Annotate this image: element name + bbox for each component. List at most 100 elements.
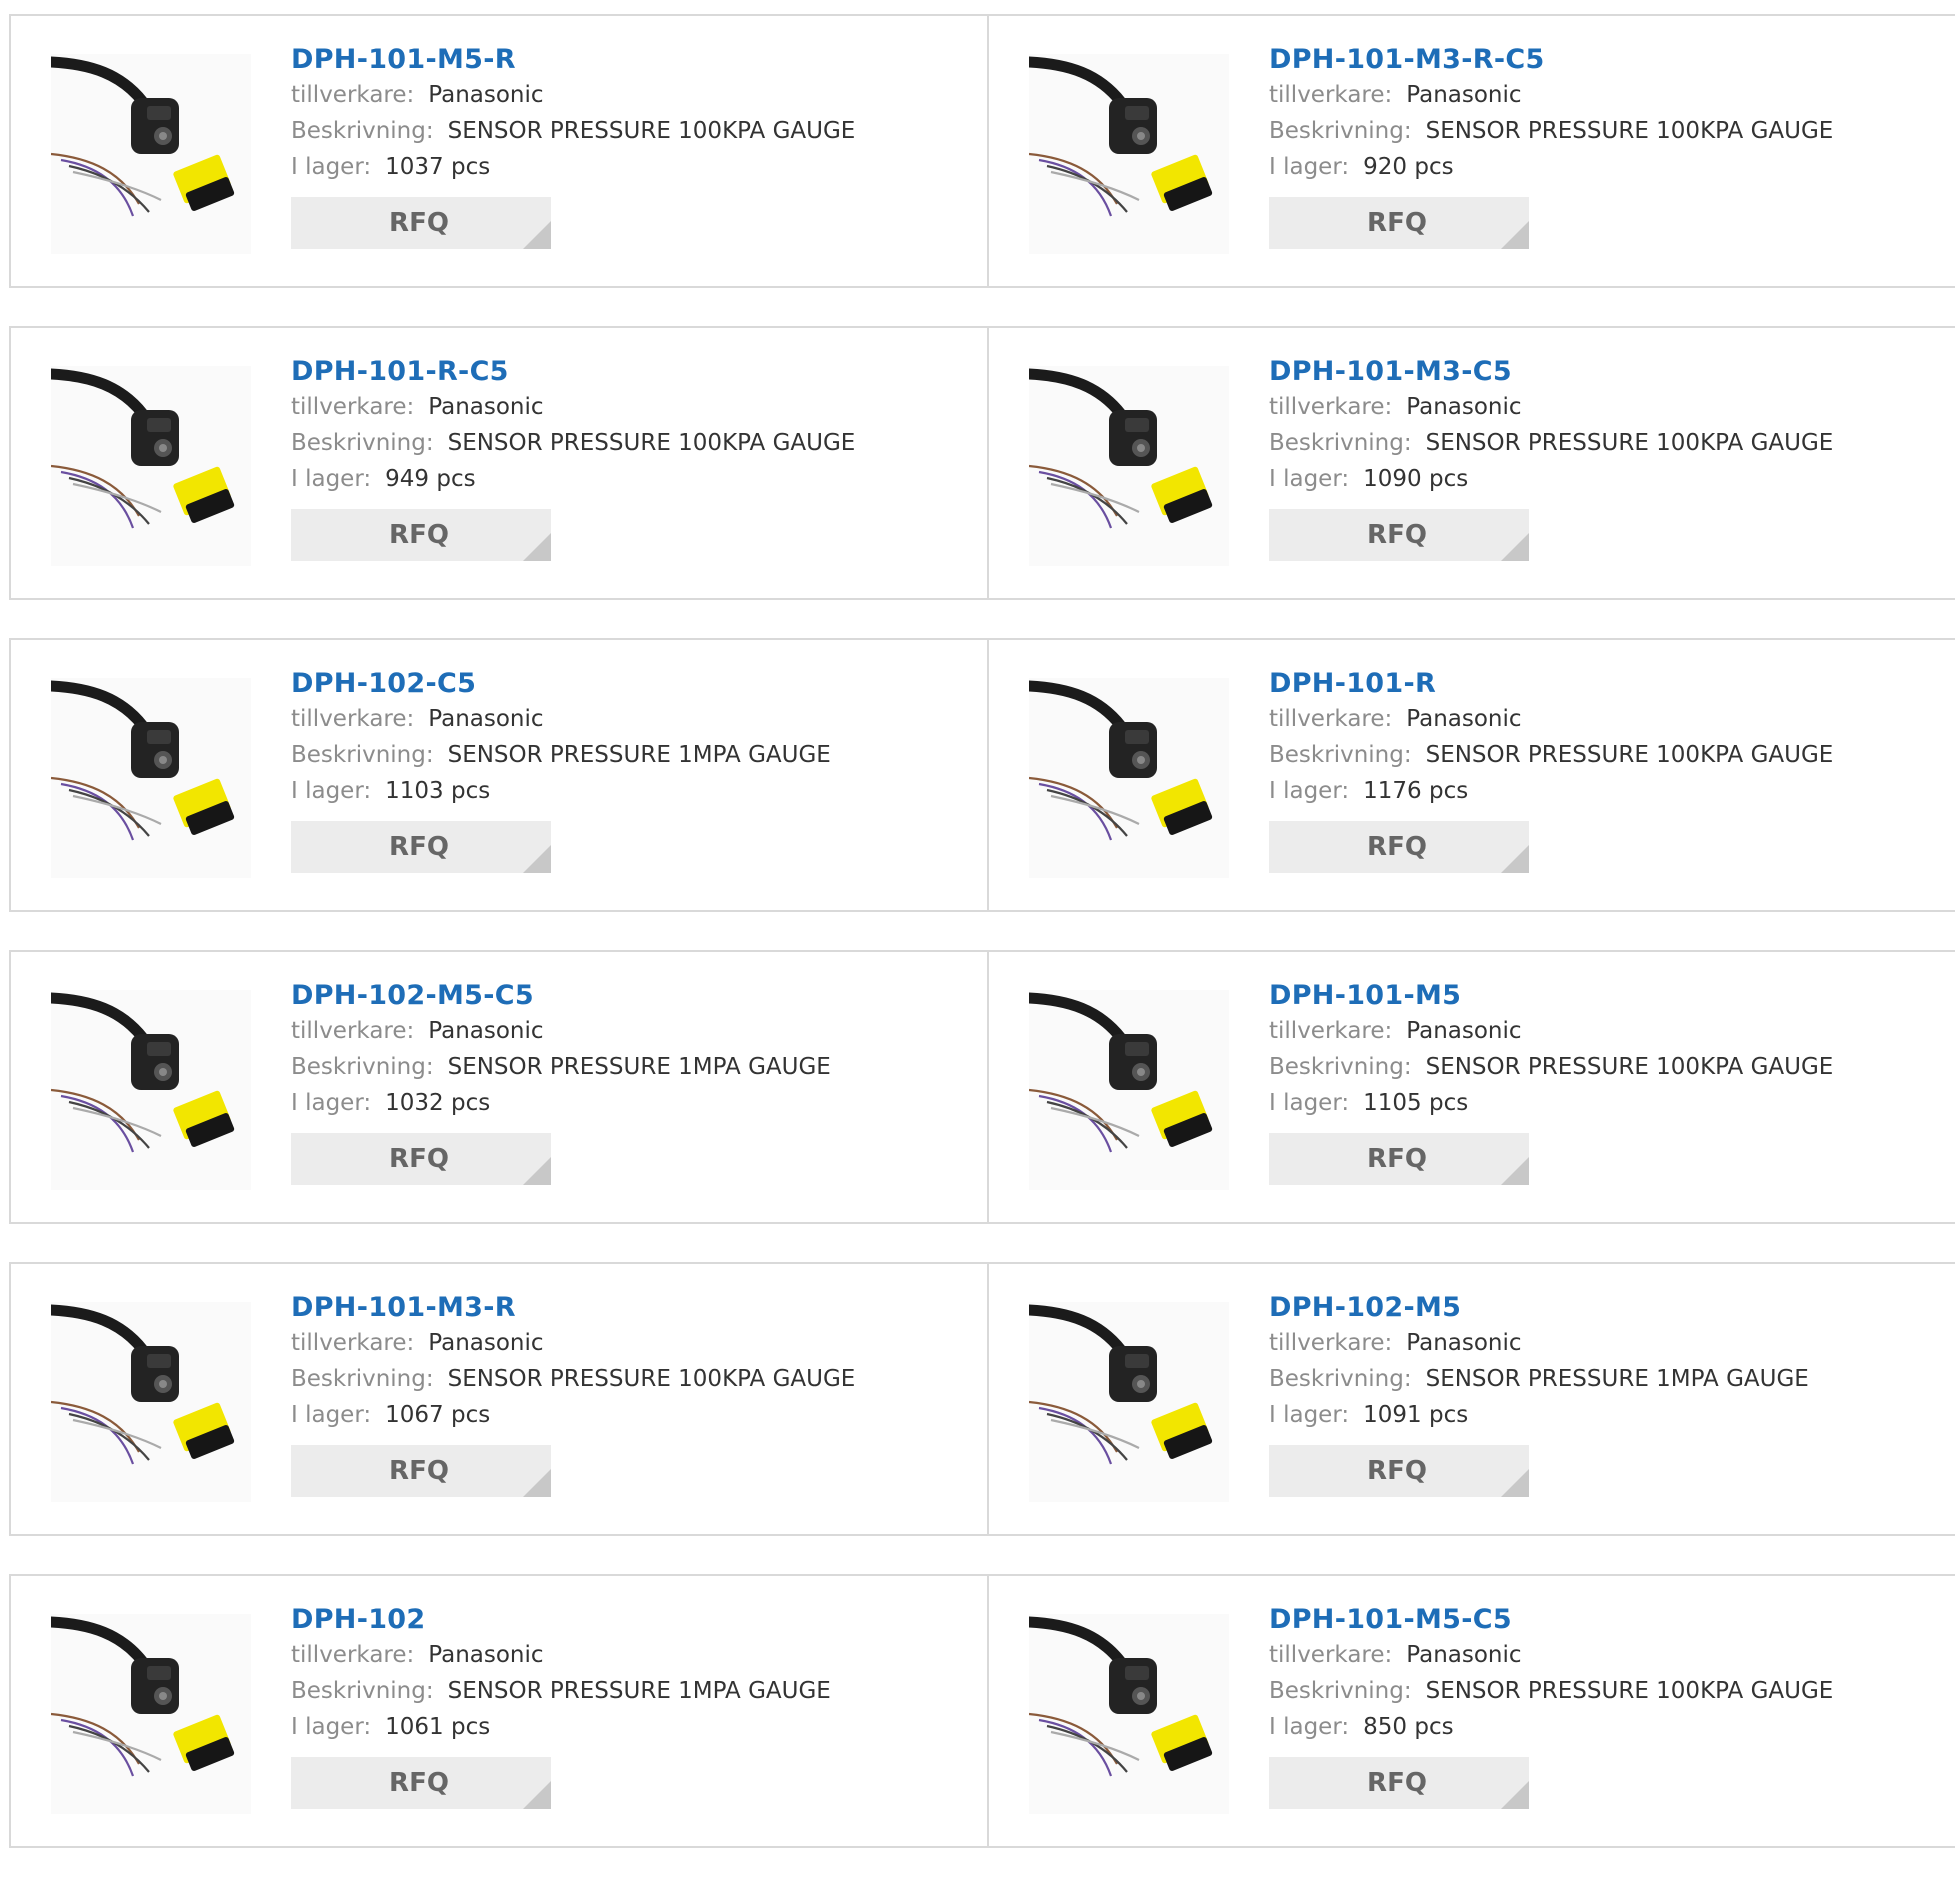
description-label: Beskrivning:	[291, 430, 434, 456]
product-thumbnail[interactable]	[1029, 366, 1229, 566]
manufacturer-label: tillverkare:	[291, 394, 415, 420]
rfq-button[interactable]: RFQ	[291, 1757, 551, 1809]
product-thumbnail[interactable]	[1029, 678, 1229, 878]
stock-value: 850 pcs	[1363, 1714, 1454, 1740]
part-number-link[interactable]: DPH-101-M3-C5	[1269, 355, 1833, 389]
product-thumbnail[interactable]	[1029, 1302, 1229, 1502]
part-number-link[interactable]: DPH-101-M3-R	[291, 1291, 855, 1325]
product-thumbnail[interactable]	[51, 990, 251, 1190]
manufacturer-value: Panasonic	[428, 706, 544, 732]
rfq-button[interactable]: RFQ	[291, 509, 551, 561]
rfq-label: RFQ	[1367, 208, 1427, 238]
rfq-button[interactable]: RFQ	[291, 821, 551, 873]
product-card: DPH-102 tillverkare: Panasonic Beskrivnin…	[11, 1576, 987, 1846]
part-number-link[interactable]: DPH-101-M5-C5	[1269, 1603, 1833, 1637]
manufacturer-value: Panasonic	[1406, 394, 1522, 420]
rfq-button[interactable]: RFQ	[291, 1445, 551, 1497]
manufacturer-label: tillverkare:	[291, 82, 415, 108]
stock-label: I lager:	[1269, 1402, 1350, 1428]
pressure-sensor-icon	[1029, 1616, 1213, 1777]
description-line: Beskrivning: SENSOR PRESSURE 1MPA GAUGE	[291, 1049, 831, 1085]
rfq-button[interactable]: RFQ	[1269, 509, 1529, 561]
manufacturer-line: tillverkare: Panasonic	[1269, 1325, 1809, 1361]
rfq-button[interactable]: RFQ	[291, 197, 551, 249]
rfq-label: RFQ	[389, 832, 449, 862]
rfq-label: RFQ	[1367, 1144, 1427, 1174]
description-line: Beskrivning: SENSOR PRESSURE 100KPA GAUGE	[291, 425, 855, 461]
part-number-link[interactable]: DPH-102-C5	[291, 667, 831, 701]
description-line: Beskrivning: SENSOR PRESSURE 100KPA GAUGE	[1269, 425, 1833, 461]
manufacturer-value: Panasonic	[428, 82, 544, 108]
part-number-link[interactable]: DPH-101-M3-R-C5	[1269, 43, 1833, 77]
product-thumbnail[interactable]	[1029, 990, 1229, 1190]
description-label: Beskrivning:	[291, 1366, 434, 1392]
stock-line: I lager: 1090 pcs	[1269, 461, 1833, 497]
stock-value: 1061 pcs	[385, 1714, 491, 1740]
manufacturer-value: Panasonic	[1406, 1330, 1522, 1356]
part-number-link[interactable]: DPH-102-M5-C5	[291, 979, 831, 1013]
description-label: Beskrivning:	[1269, 1054, 1412, 1080]
manufacturer-line: tillverkare: Panasonic	[291, 1637, 831, 1673]
rfq-label: RFQ	[389, 520, 449, 550]
part-number-link[interactable]: DPH-102-M5	[1269, 1291, 1809, 1325]
manufacturer-line: tillverkare: Panasonic	[1269, 1637, 1833, 1673]
part-number-link[interactable]: DPH-101-R-C5	[291, 355, 855, 389]
description-line: Beskrivning: SENSOR PRESSURE 100KPA GAUGE	[291, 113, 855, 149]
manufacturer-value: Panasonic	[428, 394, 544, 420]
rfq-button[interactable]: RFQ	[1269, 1757, 1529, 1809]
product-thumbnail[interactable]	[51, 1302, 251, 1502]
manufacturer-label: tillverkare:	[1269, 82, 1393, 108]
product-thumbnail[interactable]	[51, 678, 251, 878]
description-line: Beskrivning: SENSOR PRESSURE 100KPA GAUGE	[1269, 1673, 1833, 1709]
product-card: DPH-101-M3-C5 tillverkare: Panasonic Besk…	[987, 328, 1955, 598]
corner-triangle-icon	[523, 845, 551, 873]
description-value: SENSOR PRESSURE 1MPA GAUGE	[447, 1678, 831, 1704]
product-card: DPH-102-C5 tillverkare: Panasonic Beskriv…	[11, 640, 987, 910]
product-thumbnail[interactable]	[51, 366, 251, 566]
corner-triangle-icon	[523, 533, 551, 561]
manufacturer-line: tillverkare: Panasonic	[1269, 1013, 1833, 1049]
pressure-sensor-icon	[1029, 56, 1213, 217]
description-value: SENSOR PRESSURE 100KPA GAUGE	[1425, 1054, 1834, 1080]
rfq-button[interactable]: RFQ	[1269, 821, 1529, 873]
corner-triangle-icon	[523, 1781, 551, 1809]
product-card: DPH-101-M5-R tillverkare: Panasonic Beskr…	[11, 16, 987, 286]
part-number-link[interactable]: DPH-101-M5-R	[291, 43, 855, 77]
pressure-sensor-icon	[51, 1616, 235, 1777]
rfq-button[interactable]: RFQ	[1269, 1133, 1529, 1185]
product-row: DPH-101-M5-R tillverkare: Panasonic Beskr…	[9, 14, 1955, 288]
part-number-link[interactable]: DPH-101-R	[1269, 667, 1833, 701]
product-thumbnail[interactable]	[1029, 1614, 1229, 1814]
product-thumbnail[interactable]	[1029, 54, 1229, 254]
corner-triangle-icon	[523, 221, 551, 249]
stock-label: I lager:	[291, 778, 372, 804]
corner-triangle-icon	[1501, 221, 1529, 249]
product-card: DPH-101-R tillverkare: Panasonic Beskrivn…	[987, 640, 1955, 910]
manufacturer-line: tillverkare: Panasonic	[291, 1325, 855, 1361]
rfq-button[interactable]: RFQ	[291, 1133, 551, 1185]
rfq-button[interactable]: RFQ	[1269, 1445, 1529, 1497]
corner-triangle-icon	[1501, 1157, 1529, 1185]
manufacturer-value: Panasonic	[428, 1330, 544, 1356]
manufacturer-label: tillverkare:	[291, 1642, 415, 1668]
rfq-label: RFQ	[389, 1768, 449, 1798]
part-number-link[interactable]: DPH-102	[291, 1603, 831, 1637]
description-value: SENSOR PRESSURE 100KPA GAUGE	[447, 430, 856, 456]
rfq-label: RFQ	[389, 208, 449, 238]
product-card: DPH-101-M5-C5 tillverkare: Panasonic Besk…	[987, 1576, 1955, 1846]
product-row: DPH-102-M5-C5 tillverkare: Panasonic Besk…	[9, 950, 1955, 1224]
description-line: Beskrivning: SENSOR PRESSURE 100KPA GAUGE	[1269, 737, 1833, 773]
product-thumbnail[interactable]	[51, 1614, 251, 1814]
rfq-label: RFQ	[389, 1456, 449, 1486]
rfq-label: RFQ	[1367, 520, 1427, 550]
manufacturer-label: tillverkare:	[1269, 706, 1393, 732]
description-line: Beskrivning: SENSOR PRESSURE 1MPA GAUGE	[291, 1673, 831, 1709]
product-thumbnail[interactable]	[51, 54, 251, 254]
part-number-link[interactable]: DPH-101-M5	[1269, 979, 1833, 1013]
product-card: DPH-101-M5 tillverkare: Panasonic Beskriv…	[987, 952, 1955, 1222]
manufacturer-label: tillverkare:	[291, 1018, 415, 1044]
rfq-button[interactable]: RFQ	[1269, 197, 1529, 249]
stock-value: 920 pcs	[1363, 154, 1454, 180]
description-label: Beskrivning:	[1269, 742, 1412, 768]
pressure-sensor-icon	[51, 1304, 235, 1465]
